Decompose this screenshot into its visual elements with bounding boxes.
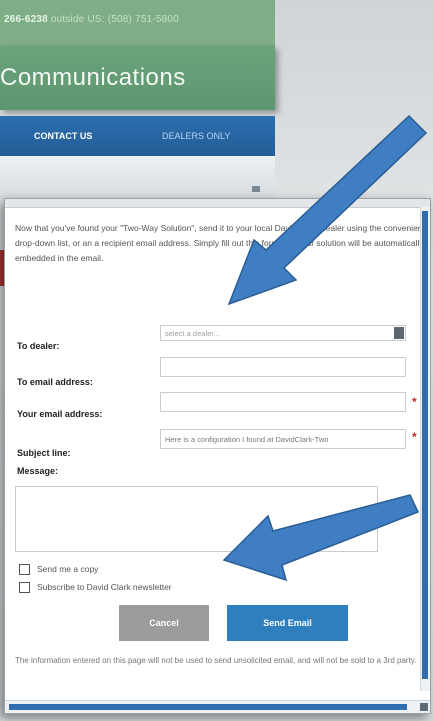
to-email-label: To email address: xyxy=(17,377,93,387)
background-topbar: 266-6238 outside US: (508) 751-5800 xyxy=(0,0,275,46)
your-email-label: Your email address: xyxy=(17,409,103,419)
background-phone: 266-6238 xyxy=(4,14,48,25)
subject-field[interactable]: Here is a configuration I found at David… xyxy=(160,429,406,449)
send-solution-dialog: Now that you've found your "Two-Way Solu… xyxy=(4,198,431,714)
vertical-scrollbar[interactable] xyxy=(420,207,430,691)
to-email-field[interactable] xyxy=(160,357,406,377)
subject-label: Subject line: xyxy=(17,448,71,458)
background-strip xyxy=(0,156,275,198)
intro-text: Now that you've found your "Two-Way Solu… xyxy=(15,223,425,263)
newsletter-checkbox[interactable] xyxy=(19,582,30,594)
horizontal-scrollbar[interactable] xyxy=(5,700,430,713)
required-marker: * xyxy=(412,430,417,444)
message-textarea[interactable] xyxy=(15,486,378,552)
resize-corner-icon[interactable] xyxy=(420,703,428,711)
newsletter-label: Subscribe to David Clark newsletter xyxy=(37,582,172,592)
vertical-scrollbar-thumb[interactable] xyxy=(422,211,428,679)
nav-dealers-only[interactable]: DEALERS ONLY xyxy=(162,131,230,141)
cancel-button[interactable]: Cancel xyxy=(119,605,209,641)
dialog-top-rail xyxy=(5,199,430,208)
dealer-select-value: select a dealer... xyxy=(165,329,220,338)
minimize-icon[interactable] xyxy=(252,186,260,192)
disclaimer-text: The information entered on this page wil… xyxy=(15,656,417,665)
required-marker: * xyxy=(412,395,417,409)
chevron-down-icon[interactable] xyxy=(394,327,404,339)
background-nav: CONTACT US DEALERS ONLY xyxy=(0,116,275,156)
nav-contact-us[interactable]: CONTACT US xyxy=(34,131,92,141)
horizontal-scrollbar-thumb[interactable] xyxy=(9,704,407,710)
background-brand: Communications xyxy=(0,64,186,91)
send-copy-checkbox[interactable] xyxy=(19,564,30,576)
send-copy-option[interactable]: Send me a copy xyxy=(19,564,99,576)
background-brand-band: Communications xyxy=(0,46,275,110)
subject-value: Here is a configuration I found at David… xyxy=(165,435,329,444)
your-email-field[interactable] xyxy=(160,392,406,412)
dealer-label: To dealer: xyxy=(17,341,60,351)
newsletter-option[interactable]: Subscribe to David Clark newsletter xyxy=(19,582,172,594)
dealer-select[interactable]: select a dealer... xyxy=(160,325,406,341)
background-phone-secondary: outside US: (508) 751-5800 xyxy=(50,14,179,25)
message-label: Message: xyxy=(17,466,59,476)
send-copy-label: Send me a copy xyxy=(37,564,99,574)
send-email-button[interactable]: Send Email xyxy=(227,605,348,641)
